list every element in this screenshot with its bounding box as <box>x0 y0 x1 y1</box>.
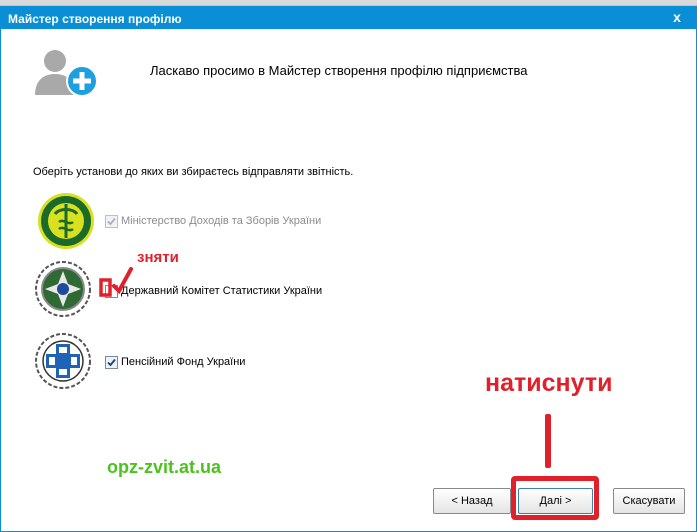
statistics-label: Державний Комітет Статистики України <box>121 285 323 297</box>
annotation-check-mark <box>99 267 133 297</box>
annotation-press: натиснути <box>485 369 613 397</box>
title-bar: Майстер створення профілю x <box>0 6 697 29</box>
annotation-line <box>545 414 551 468</box>
user-add-icon <box>35 50 98 97</box>
site-watermark: opz-zvit.at.ua <box>107 457 222 477</box>
pension-fund-logo <box>35 333 91 389</box>
wizard-window: Ласкаво просимо в Майстер створення проф… <box>0 29 697 532</box>
org-row-pension: Пенсійний Фонд України <box>105 354 245 370</box>
welcome-text: Ласкаво просимо в Майстер створення проф… <box>150 63 528 78</box>
window-title: Майстер створення профілю <box>8 12 182 26</box>
next-button[interactable]: Далі > <box>518 488 593 514</box>
org-row-ministry: Міністерство Доходів та Зборів України <box>105 213 321 229</box>
pension-checkbox[interactable] <box>105 355 118 369</box>
ministry-label: Міністерство Доходів та Зборів України <box>121 215 322 227</box>
pension-label: Пенсійний Фонд України <box>121 356 246 368</box>
cancel-button[interactable]: Скасувати <box>613 488 685 514</box>
ministry-checkbox[interactable] <box>105 214 118 228</box>
close-button[interactable]: x <box>669 9 685 25</box>
instruction-text: Оберіть установи до яких ви збираєтесь в… <box>33 166 354 178</box>
org-row-statistics: Державний Комітет Статистики України <box>105 283 322 299</box>
ministry-revenue-logo <box>38 193 94 249</box>
state-statistics-logo <box>35 261 91 317</box>
back-button[interactable]: < Назад <box>433 488 511 514</box>
annotation-uncheck: зняти <box>137 249 179 266</box>
